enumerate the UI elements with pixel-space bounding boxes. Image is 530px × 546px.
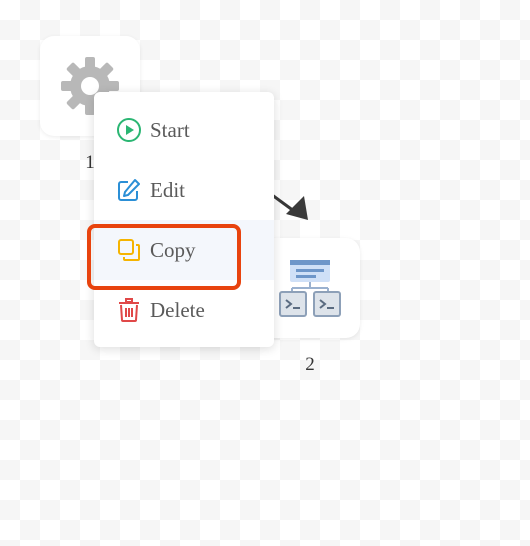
workflow-icon	[279, 260, 341, 317]
play-icon	[116, 117, 142, 143]
menu-item-copy[interactable]: Copy	[94, 220, 274, 280]
workflow-node-2[interactable]	[260, 238, 360, 338]
menu-item-label: Delete	[150, 297, 205, 322]
menu-item-start[interactable]: Start	[94, 100, 274, 160]
menu-item-label: Copy	[150, 237, 196, 262]
menu-item-edit[interactable]: Edit	[94, 160, 274, 220]
context-menu: Start Edit Copy Delete	[94, 92, 274, 347]
menu-item-label: Start	[150, 117, 190, 142]
trash-icon	[116, 297, 142, 323]
edit-icon	[116, 177, 142, 203]
menu-item-label: Edit	[150, 177, 185, 202]
menu-item-delete[interactable]: Delete	[94, 280, 274, 340]
copy-icon	[116, 237, 142, 263]
node-label: 2	[305, 354, 315, 375]
